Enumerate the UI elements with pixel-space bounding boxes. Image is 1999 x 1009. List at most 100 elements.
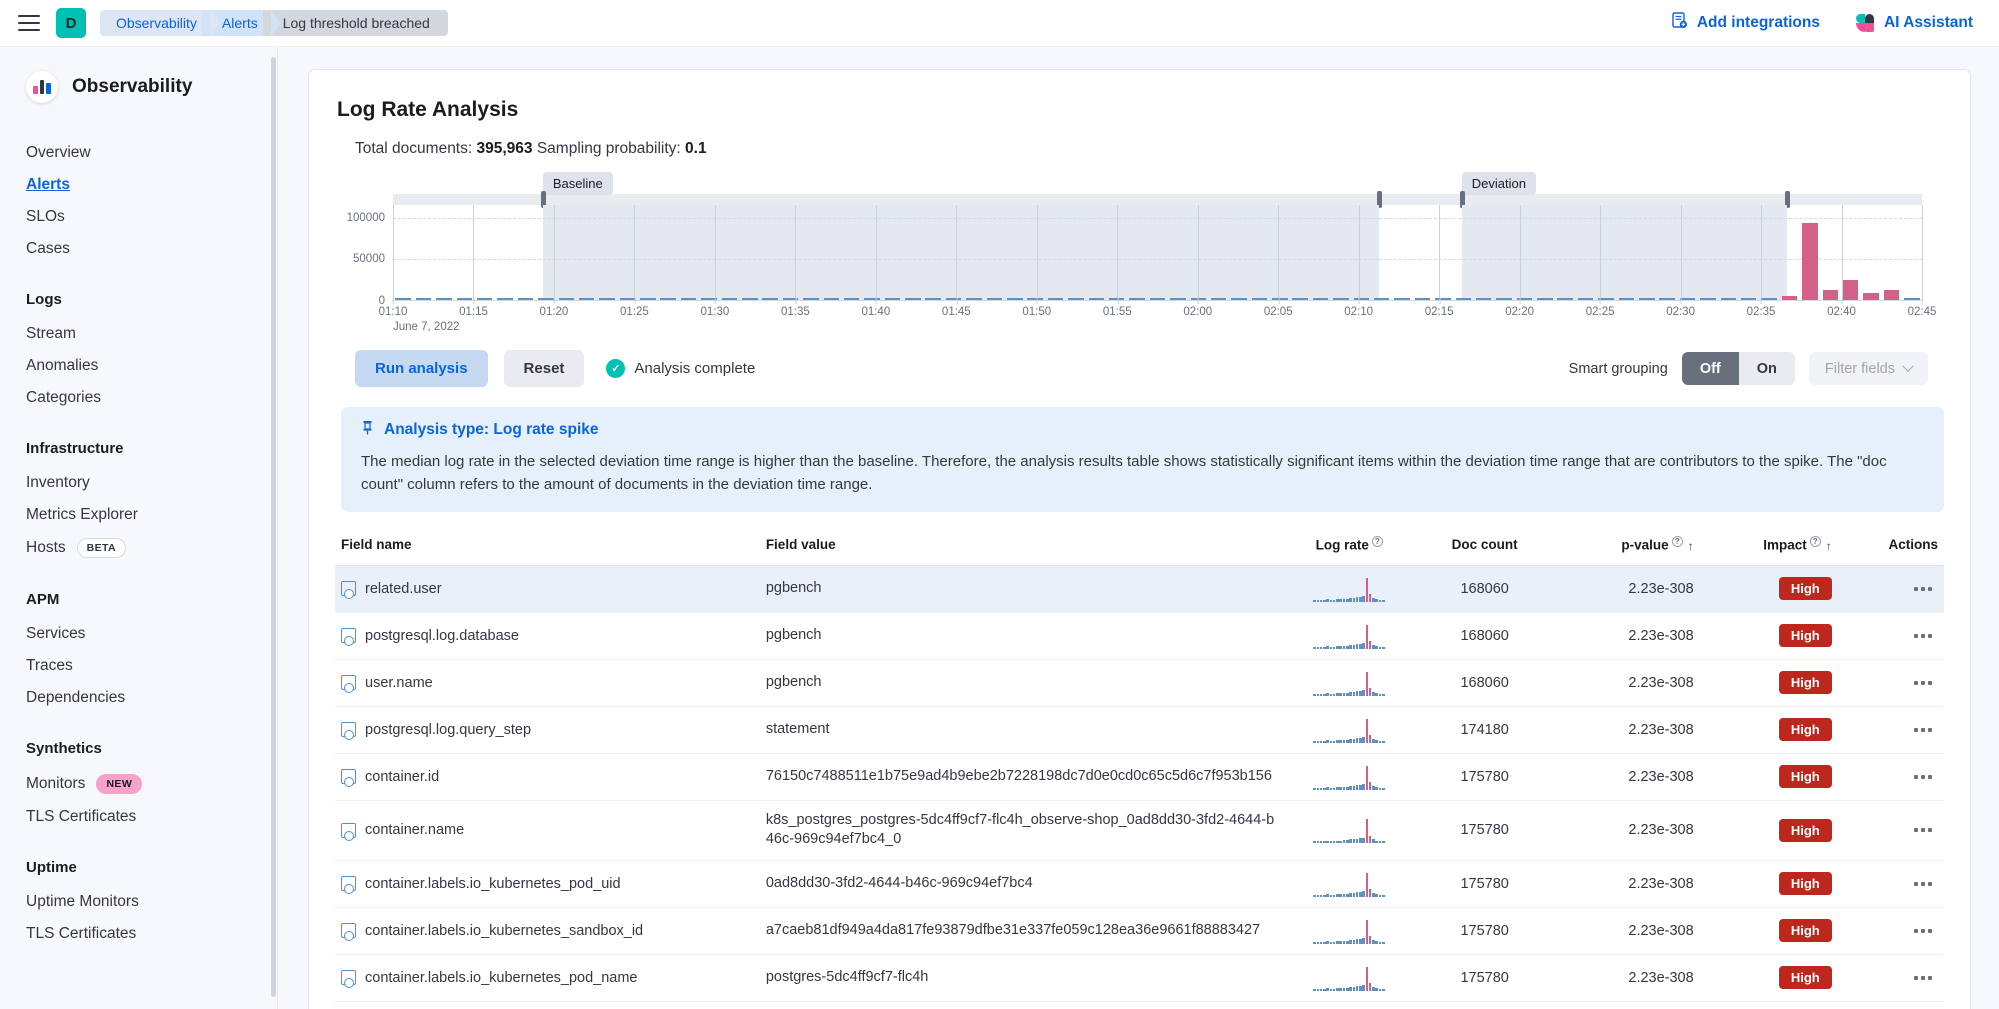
sparkline-bar bbox=[1365, 819, 1369, 844]
chart-x-tick-mark bbox=[553, 298, 555, 304]
sidebar-item-categories[interactable]: Categories bbox=[0, 382, 277, 414]
breadcrumb-item-observability[interactable]: Observability bbox=[100, 10, 220, 36]
info-icon[interactable]: ? bbox=[1809, 536, 1821, 547]
table-row[interactable]: container.labels.io_kubernetes_sandbox_i… bbox=[335, 907, 1944, 955]
reset-button[interactable]: Reset bbox=[503, 350, 585, 387]
sparkline-bar bbox=[1336, 740, 1339, 743]
cell-doc-count: 168060 bbox=[1418, 659, 1552, 707]
sidebar-item-hosts[interactable]: Hosts BETA bbox=[0, 531, 277, 565]
sidebar-item-monitors[interactable]: Monitors NEW bbox=[0, 767, 277, 801]
row-actions-menu-button[interactable] bbox=[1844, 633, 1938, 638]
info-icon[interactable]: ? bbox=[1671, 536, 1683, 547]
table-row[interactable]: container.id 76150c7488511e1b75e9ad4b9ebe… bbox=[335, 753, 1944, 801]
table-header-actions[interactable]: Actions bbox=[1837, 526, 1944, 566]
sidebar-item-stream[interactable]: Stream bbox=[0, 318, 277, 350]
inspect-field-icon[interactable] bbox=[341, 675, 356, 693]
ellipsis-dot-icon bbox=[1914, 975, 1918, 980]
sort-ascending-icon[interactable]: ↑ bbox=[1688, 539, 1694, 553]
sparkline-bar bbox=[1323, 740, 1326, 743]
inspect-field-icon[interactable] bbox=[341, 822, 356, 841]
chart-vertical-separator bbox=[1600, 205, 1602, 300]
field-name-wrapper: postgresql.log.database bbox=[341, 628, 754, 646]
hamburger-menu-icon[interactable] bbox=[18, 15, 40, 31]
chart-plot-area[interactable]: 0 50000 100000 bbox=[347, 205, 1923, 307]
info-icon[interactable]: ? bbox=[1371, 536, 1383, 547]
sparkline-bar bbox=[1365, 966, 1369, 991]
filter-fields-button[interactable]: Filter fields bbox=[1808, 352, 1928, 385]
sidebar-item-tls-certificates[interactable]: TLS Certificates bbox=[0, 918, 277, 950]
sparkline-bar bbox=[1355, 691, 1359, 696]
sidebar-item-cases[interactable]: Cases bbox=[0, 233, 277, 265]
inspect-field-icon[interactable] bbox=[341, 628, 356, 646]
sidebar-item-uptime-monitors[interactable]: Uptime Monitors bbox=[0, 886, 277, 918]
table-row[interactable]: container.labels.io_kubernetes_pod_name p… bbox=[335, 954, 1944, 1002]
sparkline-bar bbox=[1316, 646, 1320, 649]
baseline-selection-band[interactable] bbox=[542, 205, 1380, 300]
sidebar-item-anomalies[interactable]: Anomalies bbox=[0, 350, 277, 382]
sparkline-bar bbox=[1375, 599, 1379, 602]
table-row[interactable]: container.name k8s_postgres_postgres-5dc4… bbox=[335, 800, 1944, 861]
table-row[interactable]: postgresql.log.query_step statement 174180… bbox=[335, 706, 1944, 754]
smart-grouping-toggle[interactable]: Off On bbox=[1681, 352, 1795, 385]
inspect-field-icon[interactable] bbox=[341, 769, 356, 787]
table-row[interactable]: user.name pgbench 168060 2.23e-308 High bbox=[335, 659, 1944, 707]
row-actions-menu-button[interactable] bbox=[1844, 680, 1938, 685]
table-header-log-rate[interactable]: Log rate? bbox=[1280, 526, 1419, 566]
chart-bar-baseline bbox=[415, 298, 432, 300]
table-header-doc-count[interactable]: Doc count bbox=[1418, 526, 1552, 566]
chart-x-tick-label: 01:55 bbox=[1103, 298, 1132, 318]
sidebar-item-dependencies[interactable]: Dependencies bbox=[0, 682, 277, 714]
row-actions-menu-button[interactable] bbox=[1844, 928, 1938, 933]
space-avatar[interactable]: D bbox=[56, 8, 86, 38]
table-header-field-value[interactable]: Field value bbox=[759, 526, 1281, 566]
sidebar-scrollbar[interactable] bbox=[271, 57, 276, 997]
table-row[interactable]: related.user pgbench 168060 2.23e-308 High bbox=[335, 565, 1944, 613]
sparkline-bar bbox=[1359, 596, 1362, 602]
row-actions-menu-button[interactable] bbox=[1844, 774, 1938, 779]
brush-track[interactable] bbox=[393, 194, 1922, 205]
sidebar-item-slos[interactable]: SLOs bbox=[0, 201, 277, 233]
table-row[interactable]: container.labels.io_kubernetes_pod_uid 0a… bbox=[335, 860, 1944, 908]
row-actions-menu-button[interactable] bbox=[1844, 828, 1938, 833]
ai-assistant-button[interactable]: AI Assistant bbox=[1855, 13, 1973, 33]
inspect-field-icon[interactable] bbox=[341, 722, 356, 740]
sparkline-bar bbox=[1381, 988, 1385, 991]
chart-bar-baseline bbox=[864, 298, 880, 300]
chart-bar-baseline bbox=[1557, 298, 1573, 300]
sidebar-item-tls-certificates[interactable]: TLS Certificates bbox=[0, 801, 277, 833]
sparkline-bar bbox=[1332, 894, 1336, 897]
inspect-field-icon[interactable] bbox=[341, 876, 356, 895]
sparkline-bar bbox=[1381, 941, 1385, 944]
sparkline-bar bbox=[1313, 941, 1316, 944]
deviation-selection-band[interactable] bbox=[1461, 205, 1788, 300]
run-analysis-button[interactable]: Run analysis bbox=[355, 350, 488, 387]
sparkline-bar bbox=[1359, 891, 1362, 897]
sidebar-item-alerts[interactable]: Alerts bbox=[0, 169, 277, 201]
row-actions-menu-button[interactable] bbox=[1844, 881, 1938, 886]
sidebar-item-overview[interactable]: Overview bbox=[0, 137, 277, 169]
inspect-field-icon[interactable] bbox=[341, 581, 356, 599]
add-integrations-button[interactable]: Add integrations bbox=[1671, 12, 1820, 34]
smart-grouping-on-option[interactable]: On bbox=[1738, 352, 1795, 385]
table-header-field-name[interactable]: Field name bbox=[335, 526, 760, 566]
sidebar-item-traces[interactable]: Traces bbox=[0, 650, 277, 682]
sidebar-item-inventory[interactable]: Inventory bbox=[0, 467, 277, 499]
cell-field-value: statement bbox=[759, 706, 1281, 754]
table-header-impact[interactable]: Impact? ↑ bbox=[1699, 526, 1838, 566]
field-name-text: postgresql.log.query_step bbox=[365, 721, 532, 738]
row-actions-menu-button[interactable] bbox=[1844, 727, 1938, 732]
sidebar-item-metrics-explorer[interactable]: Metrics Explorer bbox=[0, 499, 277, 531]
table-row[interactable]: postgresql.log.database pgbench 168060 2.23… bbox=[335, 612, 1944, 660]
chart-vertical-separator bbox=[1117, 205, 1119, 300]
row-actions-menu-button[interactable] bbox=[1844, 586, 1938, 591]
sort-ascending-icon[interactable]: ↑ bbox=[1826, 539, 1832, 553]
chart-x-tick-mark bbox=[1278, 298, 1280, 304]
smart-grouping-off-option[interactable]: Off bbox=[1681, 352, 1739, 385]
inspect-field-icon[interactable] bbox=[341, 923, 356, 942]
row-actions-menu-button[interactable] bbox=[1844, 975, 1938, 980]
table-row[interactable]: kubernetes.pod.uid0ad8dd30-3fd2-4644-b46… bbox=[335, 1001, 1944, 1009]
inspect-field-icon[interactable] bbox=[341, 970, 356, 989]
sidebar-item-services[interactable]: Services bbox=[0, 618, 277, 650]
table-header-p-value[interactable]: p-value? ↑ bbox=[1551, 526, 1700, 566]
status-badge: High bbox=[1778, 718, 1832, 741]
